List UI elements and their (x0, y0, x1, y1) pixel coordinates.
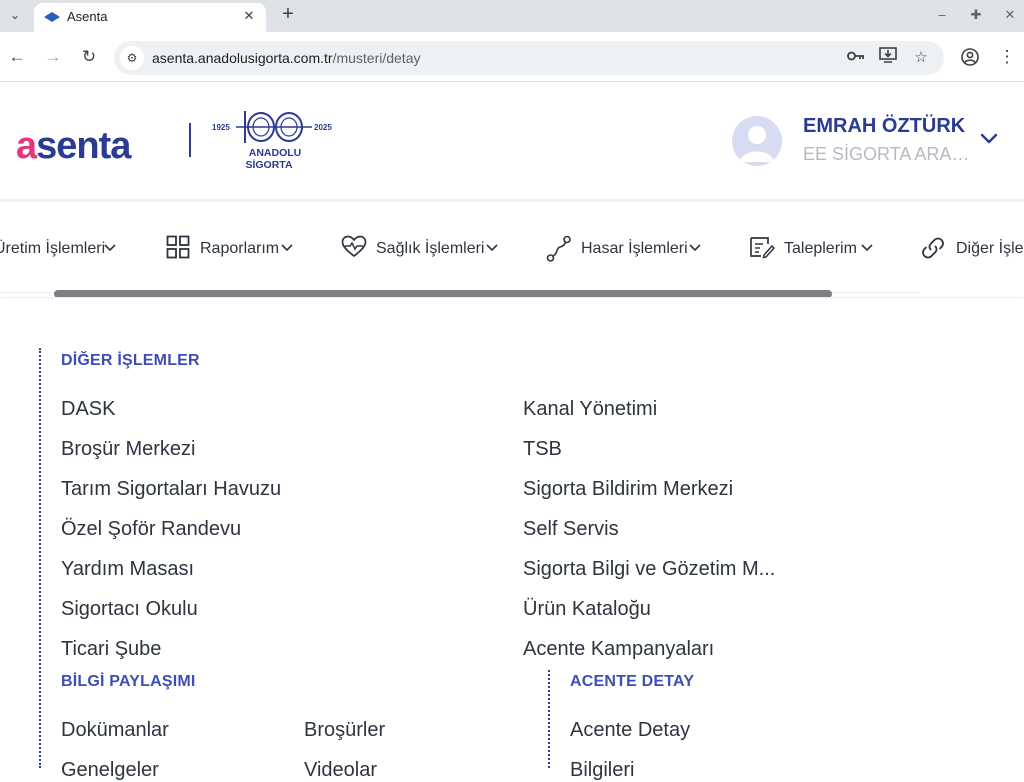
link-acente-kampanyalari[interactable]: Acente Kampanyaları (523, 638, 714, 661)
minimize-button[interactable]: – (931, 5, 953, 27)
link-videolar[interactable]: Videolar (304, 759, 377, 782)
link-yardim-masasi[interactable]: Yardım Masası (61, 558, 194, 581)
menu-scrollbar-thumb[interactable] (54, 290, 832, 297)
link-tsb[interactable]: TSB (523, 438, 562, 461)
link-bilgileri[interactable]: Bilgileri (570, 759, 634, 782)
forward-button[interactable]: → (41, 45, 65, 69)
address-bar[interactable]: ⚙ asenta.anadolusigorta.com.tr/musteri/d… (114, 41, 944, 75)
section-divider-line (548, 670, 550, 768)
link-self-servis[interactable]: Self Servis (523, 518, 619, 541)
svg-text:2025: 2025 (314, 123, 332, 132)
section-title-acente-detay: ACENTE DETAY (570, 673, 695, 690)
window-close-button[interactable]: ✕ (999, 5, 1021, 27)
bookmark-star-icon[interactable]: ☆ (910, 47, 932, 69)
browser-tab[interactable]: Asenta ✕ (34, 3, 266, 32)
tab-close-icon[interactable]: ✕ (240, 7, 258, 25)
tab-title: Asenta (67, 9, 108, 24)
user-menu-chevron-down-icon[interactable] (978, 130, 1000, 146)
browser-menu-icon[interactable]: ⋮ (995, 45, 1019, 69)
restore-button[interactable]: ✚ (965, 5, 987, 27)
svg-text:1925: 1925 (212, 123, 230, 132)
user-company: EE SİGORTA ARACILIK HİZMETLERİ (803, 144, 975, 164)
link-dokumanlar[interactable]: Dokümanlar (61, 719, 169, 742)
menu-label: Raporlarım (200, 240, 280, 257)
anadolu-sigorta-100-logo: 1925 2025 ANADOLU SİGORTA (212, 111, 332, 171)
link-icon (922, 237, 944, 259)
user-avatar[interactable] (732, 116, 782, 166)
menu-label: Sağlık İşlemleri (376, 240, 485, 257)
link-tarim-sigortalari-havuzu[interactable]: Tarım Sigortaları Havuzu (61, 478, 281, 501)
browser-toolbar: ← → ↻ ⚙ asenta.anadolusigorta.com.tr/mus… (0, 32, 1024, 82)
chevron-down-icon (486, 244, 498, 252)
menu-label: Hasar İşlemleri (581, 240, 688, 257)
chevron-down-icon (861, 244, 873, 252)
section-title-bilgi-paylasimi: BİLGİ PAYLAŞIMI (61, 673, 196, 690)
reload-button[interactable]: ↻ (77, 45, 101, 69)
avatar-person-icon (740, 126, 774, 162)
link-brosurler[interactable]: Broşürler (304, 719, 385, 742)
logo-rest: senta (36, 125, 131, 167)
svg-text:ANADOLU: ANADOLU (249, 147, 302, 159)
install-app-icon[interactable] (877, 47, 899, 69)
asenta-favicon-icon (44, 12, 60, 22)
link-kanal-yonetimi[interactable]: Kanal Yönetimi (523, 398, 657, 421)
back-button[interactable]: ← (5, 45, 29, 69)
route-icon (546, 235, 571, 262)
new-tab-button[interactable]: + (277, 4, 299, 26)
link-ozel-sofor-randevu[interactable]: Özel Şoför Randevu (61, 518, 241, 541)
section-divider-line (39, 348, 41, 768)
chevron-down-icon (689, 244, 701, 252)
menu-item-raporlarim[interactable]: Raporlarım (166, 234, 296, 264)
chevron-down-icon (104, 244, 116, 252)
link-sigorta-bildirim-merkezi[interactable]: Sigorta Bildirim Merkezi (523, 478, 733, 501)
password-key-icon[interactable] (845, 47, 867, 69)
browser-tab-bar: ⌄ Asenta ✕ + – ✚ ✕ (0, 0, 1024, 32)
link-acente-detay[interactable]: Acente Detay (570, 719, 690, 742)
menu-item-hasar-islemleri[interactable]: Hasar İşlemleri (546, 234, 706, 264)
tab-search-chevron-icon[interactable]: ⌄ (4, 4, 26, 26)
link-brosur-merkezi[interactable]: Broşür Merkezi (61, 438, 195, 461)
menu-item-uretim-islemleri[interactable]: Üretim İşlemleri (0, 234, 124, 264)
link-sigorta-bilgi-gozetim[interactable]: Sigorta Bilgi ve Gözetim M... (523, 558, 775, 581)
main-menu-bar: Üretim İşlemleri Raporlarım Sağlık İşlem… (0, 199, 1024, 297)
link-ticari-sube[interactable]: Ticari Şube (61, 638, 161, 661)
site-info-icon[interactable]: ⚙ (120, 46, 144, 70)
user-name[interactable]: EMRAH ÖZTÜRK (803, 115, 965, 138)
link-sigortaci-okulu[interactable]: Sigortacı Okulu (61, 598, 198, 621)
menu-label: Üretim İşlemleri (0, 240, 106, 257)
heart-pulse-icon (341, 235, 367, 258)
menu-item-taleplerim[interactable]: Taleplerim (749, 234, 879, 264)
menu-label: Diğer İşlemler (956, 240, 1024, 257)
logo-divider (189, 123, 191, 157)
section-title-diger-islemler: DİĞER İŞLEMLER (61, 352, 200, 369)
link-urun-katalogu[interactable]: Ürün Kataloğu (523, 598, 651, 621)
diger-islemler-dropdown: DİĞER İŞLEMLER DASK Broşür Merkezi Tarım… (0, 298, 1024, 781)
edit-list-icon (750, 237, 775, 259)
grid-icon (166, 235, 190, 259)
menu-item-saglik-islemleri[interactable]: Sağlık İşlemleri (341, 234, 501, 264)
svg-text:SİGORTA: SİGORTA (245, 158, 292, 171)
link-dask[interactable]: DASK (61, 398, 115, 421)
asenta-logo[interactable]: asenta (16, 125, 131, 168)
chevron-down-icon (281, 244, 293, 252)
url-text[interactable]: asenta.anadolusigorta.com.tr/musteri/det… (152, 50, 421, 66)
menu-label: Taleplerim (784, 240, 857, 257)
site-header: asenta 1925 2025 ANADOLU SİGORTA EMRAH Ö… (0, 83, 1024, 199)
link-genelgeler[interactable]: Genelgeler (61, 759, 159, 782)
profile-icon[interactable] (958, 45, 982, 69)
menu-item-diger-islemler[interactable]: Diğer İşlemler (920, 234, 1024, 264)
